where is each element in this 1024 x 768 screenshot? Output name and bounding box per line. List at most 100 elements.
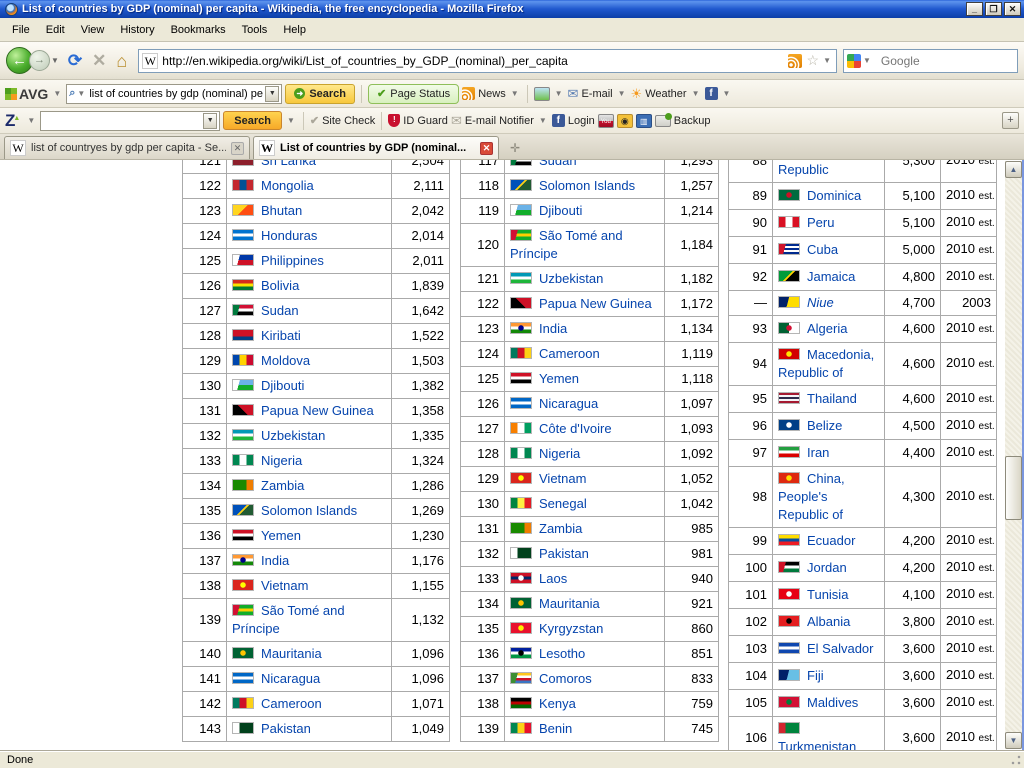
compass-app-icon[interactable]: ◉ xyxy=(617,114,633,128)
reload-button[interactable]: ⟳ xyxy=(68,52,82,69)
restore-button[interactable]: ❐ xyxy=(985,2,1002,16)
menu-edit[interactable]: Edit xyxy=(38,21,73,39)
country-link[interactable]: Côte d'Ivoire xyxy=(539,421,612,436)
backup-drive-icon[interactable] xyxy=(655,115,671,127)
country-link[interactable]: Nicaragua xyxy=(539,396,598,411)
news-dropdown-icon[interactable]: ▼ xyxy=(511,89,519,98)
country-link[interactable]: Uzbekistan xyxy=(261,428,325,443)
country-link[interactable]: India xyxy=(539,321,567,336)
country-link[interactable]: Pakistan xyxy=(261,721,311,736)
tab-close-icon[interactable]: ✕ xyxy=(480,142,493,155)
country-link[interactable]: Lesotho xyxy=(539,646,585,661)
country-link[interactable]: Yemen xyxy=(261,528,301,543)
country-link[interactable]: Dominica xyxy=(807,188,861,203)
country-link[interactable]: Cameroon xyxy=(261,696,322,711)
country-link[interactable]: Ecuador xyxy=(807,533,855,548)
avg-search-type-dropdown-icon[interactable]: ▼ xyxy=(77,89,85,98)
home-button[interactable]: ⌂ xyxy=(116,52,127,70)
country-link[interactable]: Moldova xyxy=(261,353,310,368)
country-link[interactable]: Nigeria xyxy=(261,453,302,468)
email-notifier-dropdown-icon[interactable]: ▼ xyxy=(539,116,547,125)
google-search-input[interactable] xyxy=(879,53,1024,69)
country-link[interactable]: Turkmenistan xyxy=(778,739,856,750)
login-label[interactable]: Login xyxy=(568,115,595,127)
minimize-button[interactable]: _ xyxy=(966,2,983,16)
page-status-button[interactable]: ✔ Page Status xyxy=(368,84,459,104)
app-dropdown-icon[interactable]: ▼ xyxy=(555,89,563,98)
country-link[interactable]: Papua New Guinea xyxy=(261,403,374,418)
country-link[interactable]: Jamaica xyxy=(807,269,855,284)
avg-menu-dropdown-icon[interactable]: ▼ xyxy=(53,89,61,98)
popcorn-app-icon[interactable]: ▥ xyxy=(636,114,652,128)
scroll-up-button[interactable]: ▲ xyxy=(1005,161,1022,178)
country-link[interactable]: Comoros xyxy=(539,671,592,686)
avg-news-label[interactable]: News xyxy=(478,88,506,100)
id-guard-label[interactable]: ID Guard xyxy=(403,115,448,127)
country-link[interactable]: Sudan xyxy=(539,160,577,168)
avg-search-box[interactable]: ⌕ ▼ ▼ xyxy=(66,84,282,104)
facebook-icon[interactable]: f xyxy=(705,87,718,100)
country-link[interactable]: Papua New Guinea xyxy=(539,296,652,311)
email-notifier-envelope-icon[interactable]: ✉ xyxy=(451,113,462,129)
z-search-options-dropdown-icon[interactable]: ▼ xyxy=(287,116,295,125)
avg-search-input[interactable] xyxy=(87,87,265,101)
country-link[interactable]: Laos xyxy=(539,571,567,586)
country-link[interactable]: Algeria xyxy=(807,321,847,336)
youtube-icon[interactable]: You xyxy=(598,114,614,128)
menu-view[interactable]: View xyxy=(73,21,113,39)
country-link[interactable]: Bolivia xyxy=(261,278,299,293)
menu-help[interactable]: Help xyxy=(275,21,314,39)
country-link[interactable]: Philippines xyxy=(261,253,324,268)
z-search-box[interactable]: ▼ xyxy=(40,111,220,131)
country-link[interactable]: Cameroon xyxy=(539,346,600,361)
scrollbar-thumb[interactable] xyxy=(1005,456,1022,520)
id-guard-shield-icon[interactable]: ! xyxy=(388,114,400,127)
tab-close-icon[interactable]: ✕ xyxy=(231,142,244,155)
country-link[interactable]: Djibouti xyxy=(261,378,304,393)
avg-search-button[interactable]: ➜ Search xyxy=(285,84,355,104)
bookmark-star-icon[interactable]: ☆ xyxy=(807,52,820,69)
country-link[interactable]: Nicaragua xyxy=(261,671,320,686)
country-link[interactable]: Zambia xyxy=(261,478,304,493)
new-tab-button[interactable]: ✛ xyxy=(506,139,524,157)
country-link[interactable]: Peru xyxy=(807,215,834,230)
country-link[interactable]: Vietnam xyxy=(539,471,586,486)
z-search-button[interactable]: Search xyxy=(223,111,282,130)
country-link[interactable]: Mauritania xyxy=(539,596,600,611)
country-link[interactable]: Niue xyxy=(807,295,834,310)
email-envelope-icon[interactable]: ✉ xyxy=(568,86,579,102)
url-input[interactable] xyxy=(158,54,784,68)
country-link[interactable]: Solomon Islands xyxy=(539,178,635,193)
country-link[interactable]: Maldives xyxy=(807,695,858,710)
country-link[interactable]: Mongolia xyxy=(261,178,314,193)
facebook-login-icon[interactable]: f xyxy=(552,114,565,127)
country-link[interactable]: El Salvador xyxy=(807,641,873,656)
country-link[interactable]: Djibouti xyxy=(539,203,582,218)
country-link[interactable]: India xyxy=(261,553,289,568)
history-dropdown-icon[interactable]: ▼ xyxy=(51,56,59,65)
stop-button[interactable]: ✕ xyxy=(92,52,106,69)
forward-button[interactable]: → xyxy=(29,50,50,71)
country-link[interactable]: Jordan xyxy=(807,560,847,575)
site-check-label[interactable]: Site Check xyxy=(322,115,375,127)
scroll-down-button[interactable]: ▼ xyxy=(1005,732,1022,749)
add-toolbar-item-button[interactable]: + xyxy=(1002,112,1019,129)
search-engine-dropdown-icon[interactable]: ▼ xyxy=(863,56,871,65)
country-link[interactable]: Thailand xyxy=(807,391,857,406)
email-notifier-label[interactable]: E-mail Notifier xyxy=(465,115,534,127)
country-link[interactable]: Uzbekistan xyxy=(539,271,603,286)
country-link[interactable]: Kiribati xyxy=(261,328,301,343)
url-bar[interactable]: W ☆ ▼ xyxy=(138,49,837,73)
country-link[interactable]: Kyrgyzstan xyxy=(539,621,603,636)
z-search-input[interactable] xyxy=(43,114,203,128)
avg-weather-label[interactable]: Weather xyxy=(645,88,686,100)
avg-email-label[interactable]: E-mail xyxy=(581,88,612,100)
rss-feed-icon[interactable] xyxy=(788,54,802,68)
country-link[interactable]: Benin xyxy=(539,721,572,736)
google-search-box[interactable]: ▼ ⌕ xyxy=(843,49,1018,73)
close-button[interactable]: ✕ xyxy=(1004,2,1021,16)
country-link[interactable]: Belize xyxy=(807,418,842,433)
country-link[interactable]: Sri Lanka xyxy=(261,160,316,168)
country-link[interactable]: Solomon Islands xyxy=(261,503,357,518)
menu-tools[interactable]: Tools xyxy=(234,21,276,39)
